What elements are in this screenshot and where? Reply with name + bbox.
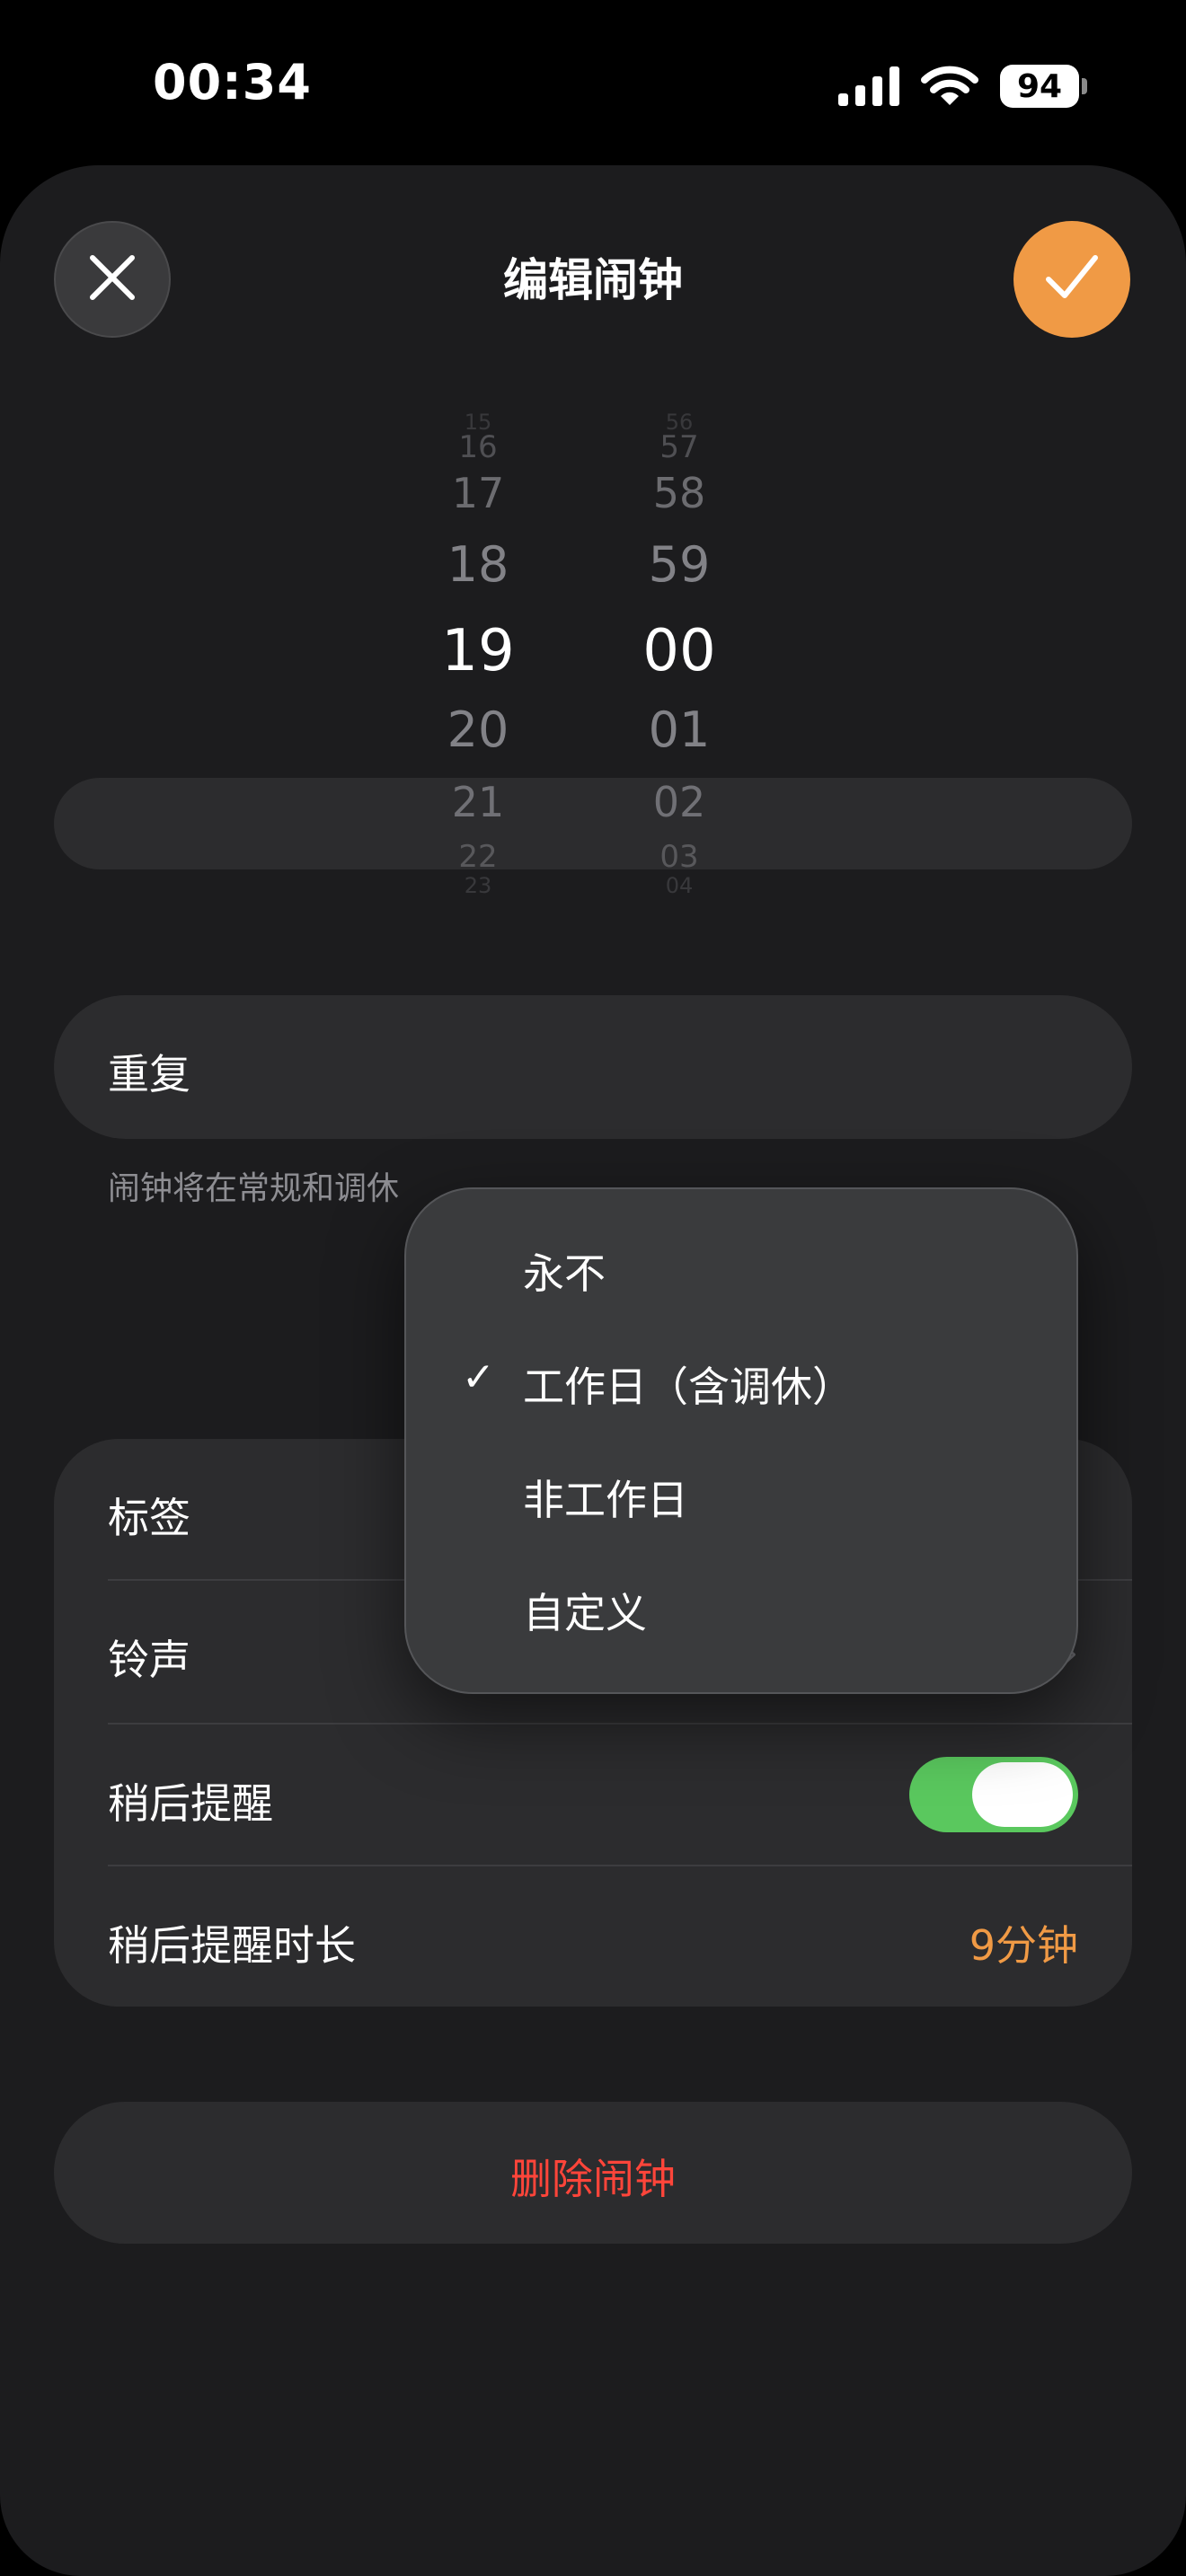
status-bar: 00:34 94	[0, 0, 1186, 162]
hour-value[interactable]: 19	[388, 616, 568, 686]
confirm-button[interactable]	[1013, 221, 1130, 338]
hour-value[interactable]: 16	[388, 428, 568, 467]
menu-item-label: 自定义	[523, 1589, 647, 1637]
checkmark-icon	[1043, 252, 1101, 306]
minute-value[interactable]: 57	[589, 428, 769, 467]
repeat-label: 重复	[108, 1050, 190, 1098]
battery-tip	[1082, 78, 1087, 94]
page-title: 编辑闹钟	[503, 254, 683, 306]
menu-item-label: 工作日（含调休）	[523, 1363, 854, 1411]
hour-wheel[interactable]: 15 16 17 18 19 20 21 22 23	[388, 408, 568, 911]
checkmark-icon: ✓	[462, 1354, 495, 1400]
wifi-icon	[921, 66, 978, 107]
hour-value[interactable]: 17	[388, 467, 568, 519]
menu-item-custom[interactable]: 自定义	[406, 1548, 1076, 1662]
menu-item-never[interactable]: 永不	[406, 1209, 1076, 1322]
menu-item-non-workdays[interactable]: 非工作日	[406, 1435, 1076, 1548]
cellular-signal-icon	[838, 66, 899, 106]
hour-value[interactable]: 23	[388, 871, 568, 900]
snooze-duration-row[interactable]: 稍后提醒时长 9分钟	[54, 1866, 1132, 2008]
delete-alarm-label: 删除闹钟	[510, 2155, 676, 2203]
hour-value[interactable]: 21	[388, 776, 568, 828]
hour-value[interactable]: 20	[388, 701, 568, 760]
sound-row-label: 铃声	[108, 1636, 190, 1684]
delete-alarm-button[interactable]: 删除闹钟	[54, 2102, 1132, 2244]
label-row-label: 标签	[108, 1494, 190, 1542]
repeat-hint: 闹钟将在常规和调休	[108, 1170, 400, 1207]
snooze-duration-label: 稍后提醒时长	[108, 1921, 356, 1970]
status-icons: 94	[838, 65, 1087, 108]
repeat-row[interactable]: 重复	[54, 995, 1132, 1139]
toggle-knob	[972, 1762, 1073, 1827]
status-time: 00:34	[153, 54, 312, 110]
minute-value[interactable]: 59	[589, 535, 769, 595]
menu-item-label: 永不	[523, 1249, 606, 1298]
menu-item-workdays[interactable]: ✓ 工作日（含调休）	[406, 1322, 1076, 1435]
snooze-toggle[interactable]	[909, 1757, 1078, 1832]
snooze-row: 稍后提醒	[54, 1725, 1132, 1866]
time-picker[interactable]: 15 16 17 18 19 20 21 22 23 56 57 58 59 00 01 02 03 04	[0, 408, 1186, 911]
edit-alarm-sheet: 编辑闹钟 15 16 17 18 19 20 21 22 23 56 57 58 59 00 01 02 03…	[0, 165, 1186, 2576]
minute-value[interactable]: 58	[589, 467, 769, 519]
minute-wheel[interactable]: 56 57 58 59 00 01 02 03 04	[589, 408, 769, 911]
minute-value[interactable]: 01	[589, 701, 769, 760]
minute-value[interactable]: 00	[589, 616, 769, 686]
minute-value[interactable]: 02	[589, 776, 769, 828]
hour-value[interactable]: 18	[388, 535, 568, 595]
repeat-menu: 永不 ✓ 工作日（含调休） 非工作日 自定义	[404, 1187, 1078, 1694]
battery-indicator: 94	[1000, 65, 1087, 108]
minute-value[interactable]: 04	[589, 871, 769, 900]
battery-level: 94	[1000, 65, 1079, 108]
snooze-duration-value: 9分钟	[969, 1921, 1078, 1970]
menu-item-label: 非工作日	[523, 1476, 688, 1524]
snooze-row-label: 稍后提醒	[108, 1779, 273, 1828]
